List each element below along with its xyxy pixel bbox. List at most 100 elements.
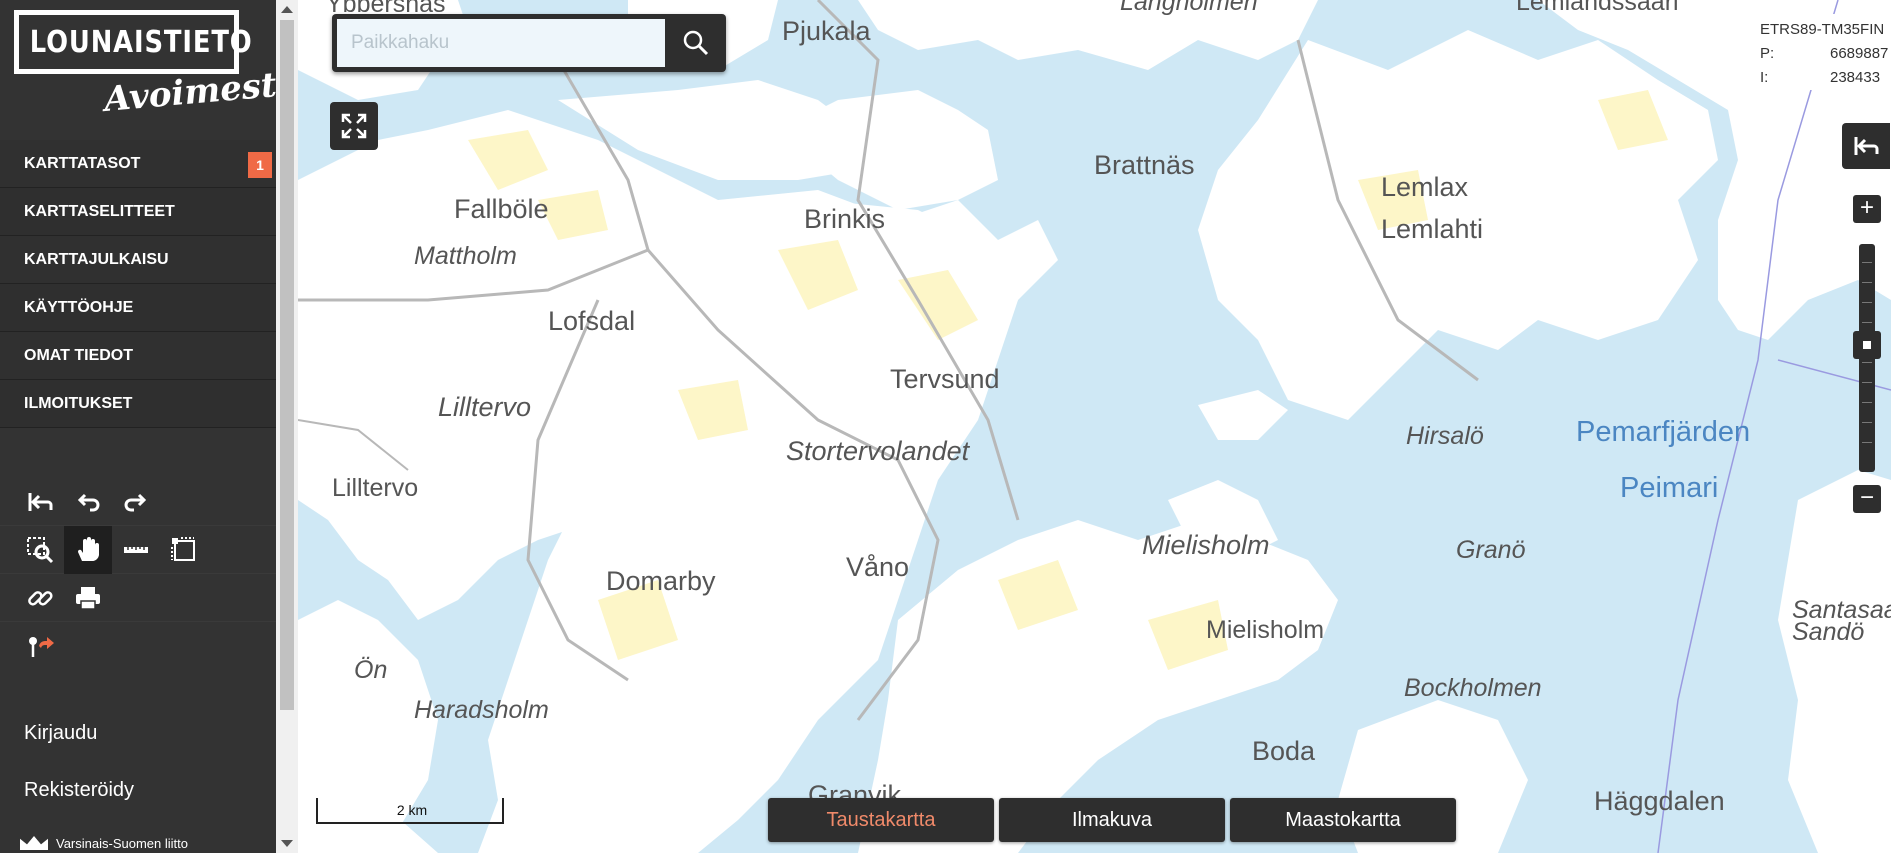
reset-map-button[interactable]: [1842, 123, 1890, 169]
partner-logo[interactable]: Varsinais-Suomen liitto: [20, 836, 188, 851]
menu-item-ilmoitukset[interactable]: ILMOITUKSET: [0, 380, 276, 428]
measure-line-icon[interactable]: [112, 526, 160, 574]
zoom-in-button[interactable]: +: [1853, 195, 1881, 223]
place-label: Granö: [1456, 536, 1526, 564]
coordinate-p-row: P: 6689887: [1760, 42, 1891, 66]
place-label: Haradsholm: [414, 696, 549, 724]
place-label: Brinkis: [804, 204, 886, 234]
zoom-tick: [1862, 422, 1872, 423]
place-label: Mielisholm: [1206, 616, 1325, 644]
scale-bar: 2 km: [316, 798, 504, 824]
place-label: Stortervolandet: [786, 436, 970, 466]
ilmakuva-button[interactable]: Ilmakuva: [999, 798, 1225, 842]
expand-icon: [341, 113, 367, 139]
place-label: Fallböle: [454, 194, 549, 224]
zoom-tick: [1862, 322, 1872, 323]
water-label: Peimari: [1620, 472, 1719, 504]
place-label: Boda: [1252, 736, 1316, 766]
lounaistieto-logo[interactable]: LOUNAISTIETO Avoimesti: [14, 10, 276, 136]
water-label: Pemarfjärden: [1576, 416, 1751, 448]
place-label: Lilltervo: [438, 392, 532, 422]
menu-item-label: OMAT TIEDOT: [24, 347, 134, 364]
menu-item-label: KÄYTTÖOHJE: [24, 299, 134, 316]
fullscreen-button[interactable]: [330, 102, 378, 150]
place-label: Sandö: [1792, 618, 1865, 646]
logo-main-text: LOUNAISTIETO: [29, 25, 253, 60]
maastokartta-button[interactable]: Maastokartta: [1230, 798, 1456, 842]
login-link[interactable]: Kirjaudu: [24, 722, 134, 745]
map-view[interactable]: Ybbersnäs Pjukala Långholmen Lemlandssaa…: [298, 0, 1891, 853]
place-label: Brattnäs: [1094, 150, 1195, 180]
sidebar-scrollbar[interactable]: [276, 0, 298, 853]
search-icon: [683, 30, 709, 56]
scroll-thumb[interactable]: [280, 20, 294, 710]
auth-links: Kirjaudu Rekisteröidy: [24, 722, 134, 836]
layer-count-badge: 1: [248, 152, 272, 178]
menu-item-karttaselitteet[interactable]: KARTTASELITTEET: [0, 188, 276, 236]
place-label: Tervsund: [890, 364, 1000, 394]
zoom-out-button[interactable]: −: [1853, 485, 1881, 513]
menu-item-label: ILMOITUKSET: [24, 395, 133, 412]
coordinate-i-row: I: 238433: [1760, 66, 1891, 90]
coordinate-display: ETRS89-TM35FIN P: 6689887 I: 238433: [1752, 14, 1891, 90]
place-label: Lemlax: [1381, 172, 1469, 202]
coordinate-p-label: P:: [1760, 45, 1775, 62]
marker-share-icon[interactable]: [16, 622, 64, 670]
menu-item-label: KARTTAJULKAISU: [24, 251, 169, 268]
place-label: Bockholmen: [1404, 674, 1542, 702]
scale-label: 2 km: [396, 802, 428, 818]
scroll-up-arrow-icon[interactable]: [281, 6, 293, 13]
tool-row: [0, 478, 276, 526]
zoom-tick: [1862, 402, 1872, 403]
tool-row: [0, 622, 276, 670]
place-label: Domarby: [606, 566, 716, 596]
search-input[interactable]: [337, 19, 665, 67]
coordinate-i-value: 238433: [1830, 69, 1881, 86]
place-label: Lofsdal: [548, 306, 636, 336]
menu-item-label: KARTTATASOT: [24, 155, 141, 172]
crown-icon: [20, 836, 48, 850]
tool-row: [0, 574, 276, 622]
menu-item-karttatasot[interactable]: KARTTATASOT 1: [0, 140, 276, 188]
partner-name: Varsinais-Suomen liitto: [56, 836, 188, 851]
place-label: Lemlahti: [1381, 214, 1484, 244]
tool-row: [0, 526, 276, 574]
place-label: Häggdalen: [1594, 786, 1725, 816]
zoom-tick: [1862, 382, 1872, 383]
taustakartta-button[interactable]: Taustakartta: [768, 798, 994, 842]
place-label: Lilltervo: [332, 474, 419, 502]
sidebar: LOUNAISTIETO Avoimesti KARTTATASOT 1 KAR…: [0, 0, 276, 853]
register-link[interactable]: Rekisteröidy: [24, 779, 134, 802]
undo-icon[interactable]: [64, 478, 112, 526]
zoom-tick: [1862, 362, 1872, 363]
redo-icon[interactable]: [112, 478, 160, 526]
coordinate-i-label: I:: [1760, 69, 1769, 86]
coordinate-p-value: 6689887: [1830, 45, 1889, 62]
zoom-box-icon[interactable]: [16, 526, 64, 574]
menu-item-omat-tiedot[interactable]: OMAT TIEDOT: [0, 332, 276, 380]
zoom-slider-handle[interactable]: [1853, 331, 1881, 359]
zoom-tick: [1862, 442, 1872, 443]
reset-view-icon[interactable]: [16, 478, 64, 526]
pan-hand-icon[interactable]: [64, 526, 112, 574]
place-label: Hirsalö: [1406, 422, 1484, 450]
menu-item-kayttoohje[interactable]: KÄYTTÖOHJE: [0, 284, 276, 332]
place-search: [332, 14, 726, 72]
place-label: Lemlandssaari: [1516, 0, 1679, 16]
place-label: Långholmen: [1120, 0, 1258, 16]
menu-item-karttajulkaisu[interactable]: KARTTAJULKAISU: [0, 236, 276, 284]
search-button[interactable]: [666, 14, 726, 72]
place-label: Våno: [846, 552, 910, 582]
measure-area-icon[interactable]: [160, 526, 208, 574]
place-label: Mattholm: [414, 242, 517, 270]
place-label: Ön: [354, 656, 388, 684]
scroll-down-arrow-icon[interactable]: [281, 840, 293, 847]
zoom-tick: [1862, 302, 1872, 303]
link-icon[interactable]: [16, 574, 64, 622]
place-label: Mielisholm: [1142, 530, 1270, 560]
print-icon[interactable]: [64, 574, 112, 622]
app-root: LOUNAISTIETO Avoimesti KARTTATASOT 1 KAR…: [0, 0, 1891, 853]
main-menu: KARTTATASOT 1 KARTTASELITTEET KARTTAJULK…: [0, 140, 276, 428]
zoom-tick: [1862, 282, 1872, 283]
coordinate-system: ETRS89-TM35FIN: [1760, 21, 1885, 38]
